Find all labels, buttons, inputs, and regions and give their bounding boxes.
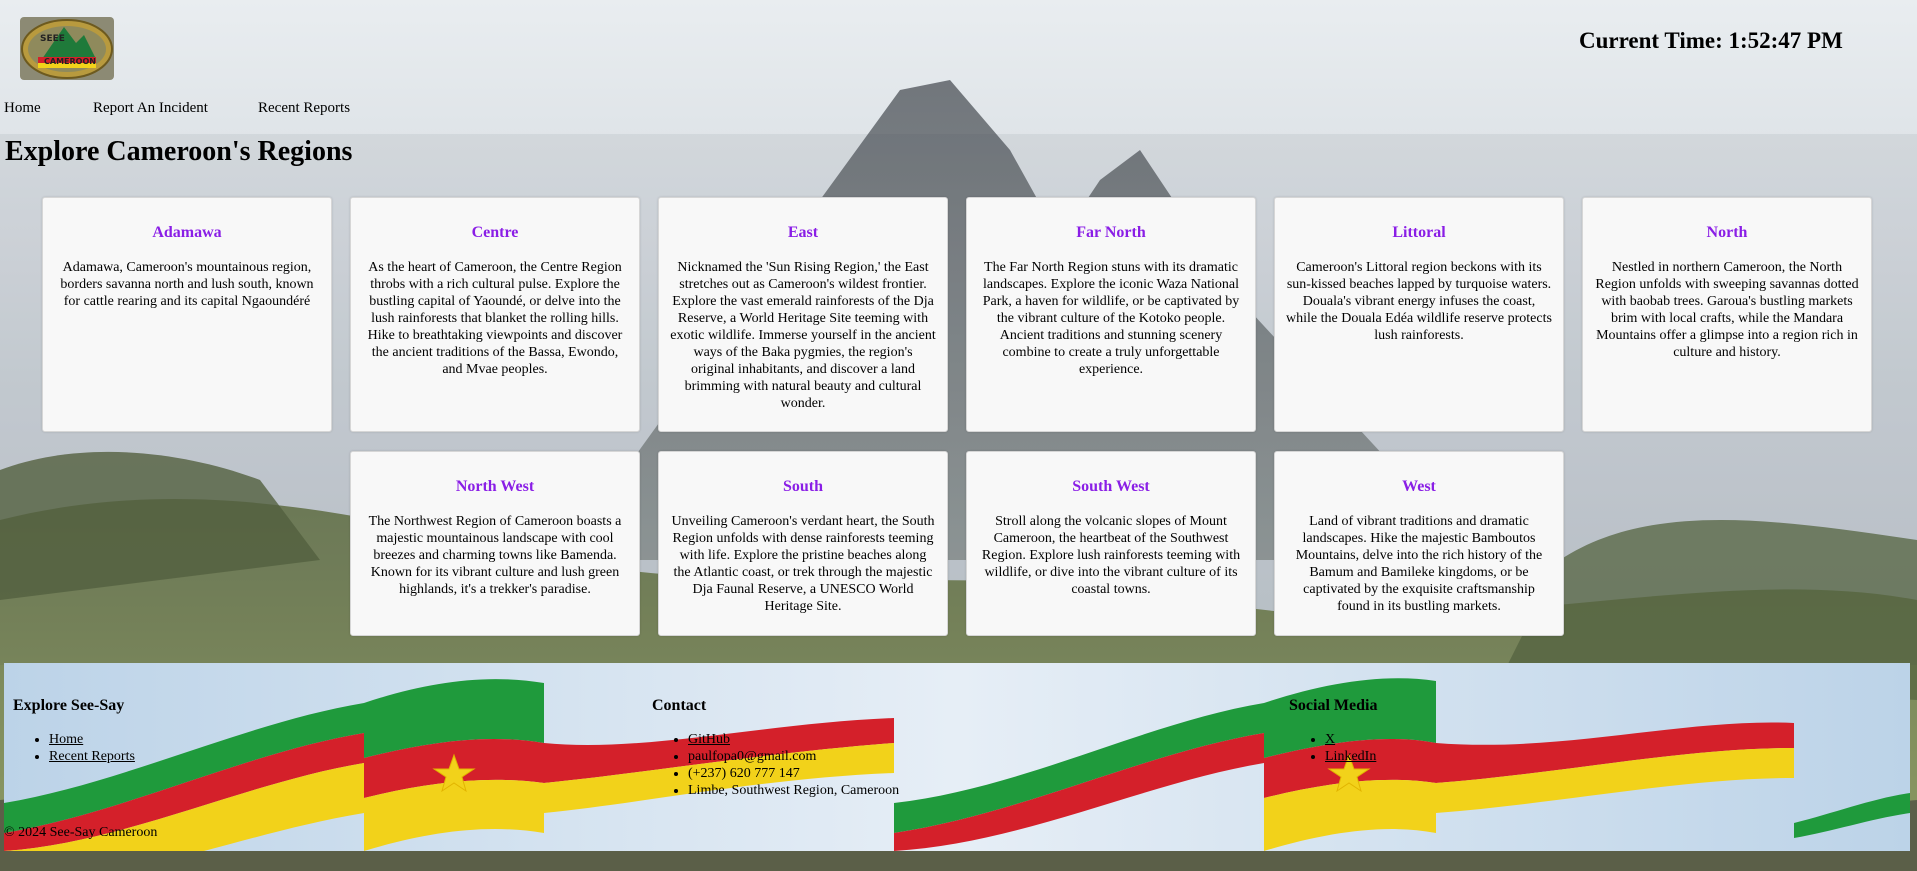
region-card-centre[interactable]: Centre As the heart of Cameroon, the Cen… (350, 197, 640, 432)
region-card-description: The Far North Region stuns with its dram… (982, 260, 1240, 377)
region-card-title: Littoral (1392, 224, 1446, 241)
region-card-description: Nicknamed the 'Sun Rising Region,' the E… (670, 260, 936, 411)
region-card-description: Cameroon's Littoral region beckons with … (1286, 260, 1552, 343)
footer-explore-title: Explore See-Say (13, 697, 125, 714)
site-header: SEEE CAMEROON Current Time: 1:52:47 PM H… (0, 0, 1917, 134)
nav-home-link[interactable]: Home (4, 100, 41, 117)
region-card-description: As the heart of Cameroon, the Centre Reg… (367, 260, 623, 377)
site-footer: Explore See-Say Home Recent Reports Cont… (4, 663, 1910, 851)
region-card-west[interactable]: West Land of vibrant traditions and dram… (1274, 451, 1564, 636)
region-card-north-west[interactable]: North West The Northwest Region of Camer… (350, 451, 640, 636)
region-card-title: Adamawa (152, 224, 222, 241)
site-logo[interactable]: SEEE CAMEROON (20, 17, 114, 80)
region-card-description: Unveiling Cameroon's verdant heart, the … (671, 514, 935, 614)
cameroon-flag-ribbon-image (4, 663, 1910, 851)
footer-github-link[interactable]: GitHub (688, 732, 730, 747)
svg-text:SEEE: SEEE (40, 34, 65, 44)
footer-home-link[interactable]: Home (49, 732, 83, 747)
footer-copyright: © 2024 See-Say Cameroon (4, 825, 158, 840)
region-card-title: West (1402, 478, 1436, 495)
region-card-title: North (1706, 224, 1748, 241)
region-card-description: Adamawa, Cameroon's mountainous region, … (60, 260, 314, 309)
footer-explore-section: Explore See-Say Home Recent Reports (13, 697, 135, 765)
region-card-title: Centre (471, 224, 519, 241)
footer-social-section: Social Media X LinkedIn (1289, 697, 1377, 765)
region-card-title: North West (455, 478, 535, 495)
region-card-south[interactable]: South Unveiling Cameroon's verdant heart… (658, 451, 948, 636)
region-card-far-north[interactable]: Far North The Far North Region stuns wit… (966, 197, 1256, 432)
nav-report-incident-link[interactable]: Report An Incident (93, 100, 208, 117)
region-card-description: Nestled in northern Cameroon, the North … (1595, 260, 1859, 360)
region-card-description: Land of vibrant traditions and dramatic … (1295, 514, 1543, 614)
footer-contact-title: Contact (652, 697, 707, 714)
nav-recent-reports-link[interactable]: Recent Reports (258, 100, 350, 117)
region-card-title: South West (1072, 478, 1150, 495)
footer-phone: (+237) 620 777 147 (688, 765, 899, 782)
region-card-adamawa[interactable]: Adamawa Adamawa, Cameroon's mountainous … (42, 197, 332, 432)
footer-contact-section: Contact GitHub paulfopa0@gmail.com (+237… (652, 697, 899, 799)
region-card-east[interactable]: East Nicknamed the 'Sun Rising Region,' … (658, 197, 948, 432)
footer-recent-reports-link[interactable]: Recent Reports (49, 749, 135, 764)
region-card-north[interactable]: North Nestled in northern Cameroon, the … (1582, 197, 1872, 432)
region-card-title: South (782, 478, 824, 495)
footer-linkedin-link[interactable]: LinkedIn (1325, 749, 1376, 764)
footer-social-title: Social Media (1289, 697, 1378, 714)
region-card-title: Far North (1076, 224, 1146, 241)
region-card-littoral[interactable]: Littoral Cameroon's Littoral region beck… (1274, 197, 1564, 432)
region-card-title: East (787, 224, 819, 241)
region-card-description: The Northwest Region of Cameroon boasts … (368, 514, 622, 597)
region-card-south-west[interactable]: South West Stroll along the volcanic slo… (966, 451, 1256, 636)
footer-email: paulfopa0@gmail.com (688, 748, 899, 765)
footer-x-link[interactable]: X (1325, 732, 1335, 747)
footer-address: Limbe, Southwest Region, Cameroon (688, 782, 899, 799)
region-card-description: Stroll along the volcanic slopes of Moun… (981, 514, 1241, 597)
svg-text:CAMEROON: CAMEROON (44, 57, 96, 66)
page-title: Explore Cameroon's Regions (5, 136, 353, 167)
current-time-clock: Current Time: 1:52:47 PM (1579, 28, 1843, 53)
